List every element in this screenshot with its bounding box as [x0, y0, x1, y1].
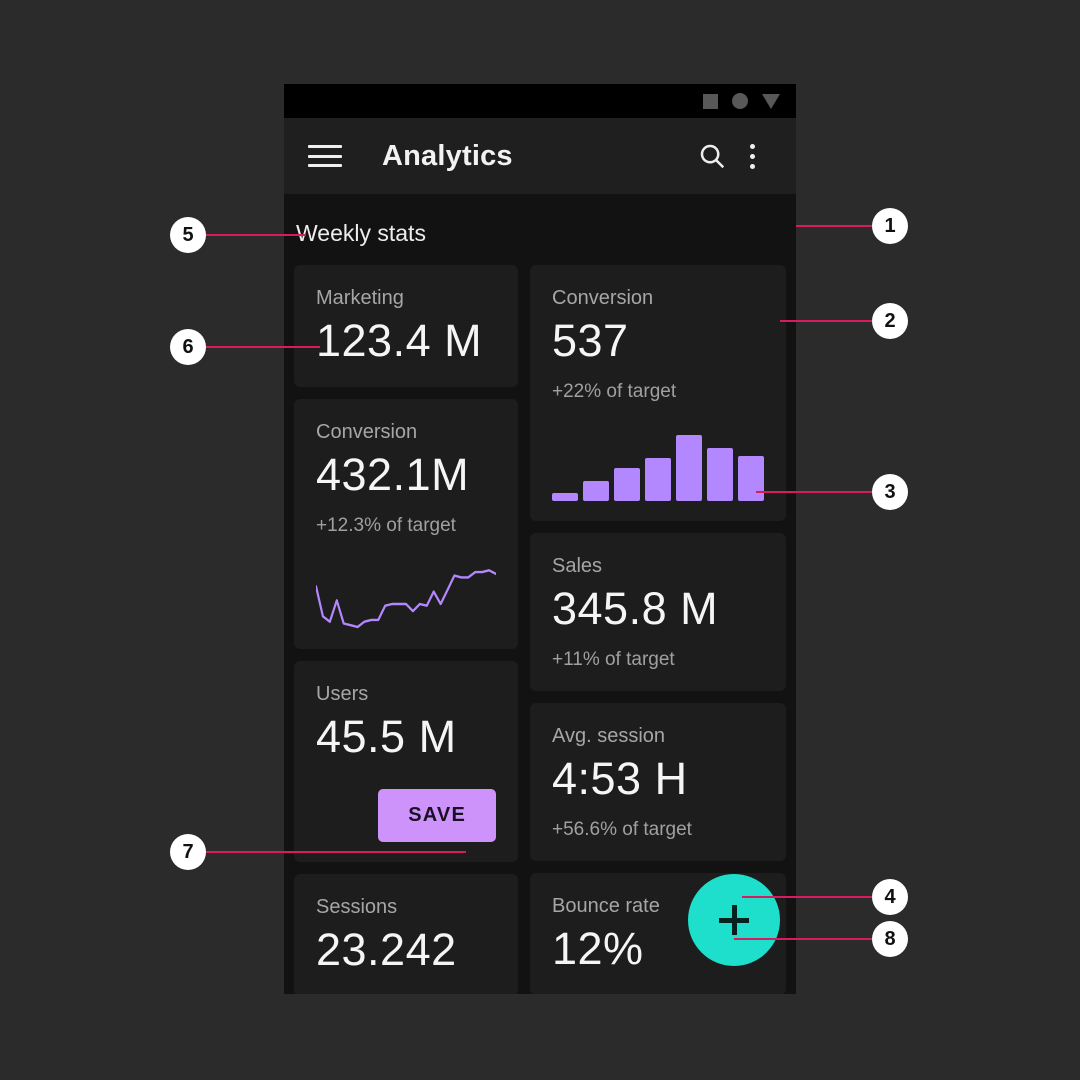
bar-6: [707, 447, 733, 502]
callout-line: [780, 320, 872, 322]
bar-4: [645, 457, 671, 502]
callout-bubble: 4: [872, 879, 908, 915]
dashboard-content: Weekly stats Marketing 123.4 M Conversio…: [284, 194, 796, 994]
card-value: 23.242: [316, 924, 457, 976]
triangle-down-icon: [762, 93, 780, 109]
callout-line: [796, 225, 872, 227]
sparkline-chart: [316, 559, 496, 629]
callout-line: [756, 491, 872, 493]
callout-bubble: 8: [872, 921, 908, 957]
card-sessions[interactable]: Sessions 23.242: [294, 874, 518, 994]
callout-bubble: 6: [170, 329, 206, 365]
card-value: 123.4 M: [316, 315, 483, 366]
card-value: 537: [552, 315, 629, 366]
callout-bubble: 2: [872, 303, 908, 339]
callout-bubble: 3: [872, 474, 908, 510]
card-conversion-right[interactable]: Conversion 537 +22% of target: [530, 265, 786, 522]
callout-line: [206, 851, 466, 853]
screenshot-canvas: Analytics Weekly stats Marketing 123.4 M: [0, 0, 1080, 1080]
card-sales[interactable]: Sales 345.8 M +11% of target: [530, 533, 786, 692]
card-label: Conversion: [552, 287, 654, 309]
sparkline-svg: [316, 569, 496, 629]
circle-icon: [732, 93, 748, 109]
card-conversion-left[interactable]: Conversion 432.1M +12.3% of target: [294, 399, 518, 650]
card-value: 345.8 M: [552, 583, 719, 635]
more-vertical-icon[interactable]: [732, 136, 772, 176]
page-title: Analytics: [382, 139, 513, 172]
callout-line: [206, 346, 320, 348]
square-icon: [703, 93, 718, 109]
callout-bubble: 7: [170, 834, 206, 870]
section-title: Weekly stats: [296, 220, 426, 246]
card-label: Sales: [552, 555, 603, 578]
card-value: 4:53 H: [552, 753, 688, 805]
card-subtext: +11% of target: [552, 649, 675, 671]
bar-7: [738, 455, 764, 502]
search-icon[interactable]: [692, 136, 732, 176]
card-users[interactable]: Users 45.5 M SAVE: [294, 661, 518, 863]
card-value: 432.1M: [316, 449, 470, 501]
bar-2: [583, 480, 609, 502]
status-bar: [284, 84, 796, 118]
app-toolbar: Analytics: [284, 118, 796, 194]
card-label: Users: [316, 683, 369, 706]
card-subtext: +12.3% of target: [316, 515, 456, 537]
card-marketing[interactable]: Marketing 123.4 M: [294, 265, 518, 388]
bar-5: [676, 435, 702, 502]
callout-line: [734, 938, 872, 940]
plus-icon: [719, 905, 749, 935]
card-label: Avg. session: [552, 725, 666, 748]
callout-bubble: 5: [170, 217, 206, 253]
add-fab-button[interactable]: [688, 874, 780, 966]
bar-chart: [552, 429, 764, 502]
bar-3: [614, 468, 640, 502]
phone-frame: Analytics Weekly stats Marketing 123.4 M: [284, 84, 796, 994]
save-button[interactable]: SAVE: [378, 789, 496, 843]
callout-bubble: 1: [872, 208, 908, 244]
card-label: Sessions: [316, 896, 398, 919]
callout-line: [206, 234, 306, 236]
save-row: SAVE: [316, 789, 496, 843]
callout-line: [742, 896, 872, 898]
card-avg-session[interactable]: Avg. session 4:53 H +56.6% of target: [530, 703, 786, 862]
card-value: 45.5 M: [316, 711, 457, 763]
card-subtext: +22% of target: [552, 381, 677, 403]
bar-1: [552, 492, 578, 502]
card-label: Marketing: [316, 287, 404, 309]
card-subtext: +56.6% of target: [552, 819, 692, 841]
card-label: Conversion: [316, 421, 418, 444]
left-column: Marketing 123.4 M Conversion 432.1M +12.…: [294, 265, 518, 994]
hamburger-menu-icon[interactable]: [308, 145, 342, 167]
